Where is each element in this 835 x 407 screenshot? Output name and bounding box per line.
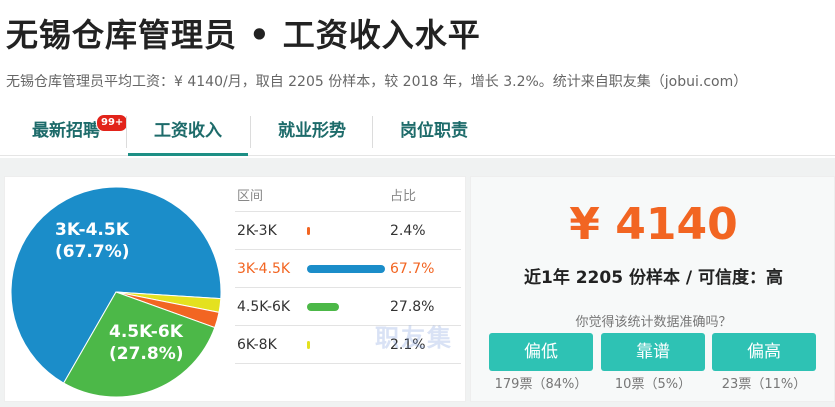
tab-label: 工资收入 [154, 121, 222, 141]
row-bar [307, 227, 310, 235]
tab-salary[interactable]: 工资收入 [128, 106, 248, 156]
row-range: 4.5K-6K [237, 299, 291, 315]
row-bar [307, 341, 310, 349]
header-range: 区间 [237, 189, 264, 204]
pie-label-range: 3K-4.5K [55, 220, 130, 240]
vote-accurate-count: 10票（5%） [614, 377, 692, 392]
average-salary: ¥ 4140 [569, 199, 738, 250]
row-bar [307, 265, 385, 273]
row-percent: 2.4% [390, 223, 426, 239]
row-range: 6K-8K [237, 337, 277, 353]
count-badge: 99+ [96, 114, 129, 132]
pie-label-percent: (27.8%) [109, 344, 184, 364]
row-range: 3K-4.5K [237, 261, 291, 277]
tab-label: 岗位职责 [400, 121, 468, 141]
vote-accurate-button[interactable]: 靠谱 [601, 333, 705, 371]
header-percent: 占比 [390, 189, 417, 204]
salary-pie-chart: 3K-4.5K(67.7%) 4.5K-6K(27.8%) [10, 186, 222, 398]
pie-label-percent: (67.7%) [55, 242, 130, 262]
tab-label: 就业形势 [278, 121, 346, 141]
page-subtitle: 无锡仓库管理员平均工资：¥ 4140/月，取自 2205 份样本，较 2018 … [6, 74, 748, 90]
tab-divider [250, 116, 251, 148]
row-range: 2K-3K [237, 223, 277, 239]
vote-low-button[interactable]: 偏低 [489, 333, 593, 371]
summary-panel: ¥ 4140 近1年 2205 份样本 / 可信度：高 你觉得该统计数据准确吗？… [470, 176, 835, 402]
page-title: 无锡仓库管理员 • 工资收入水平 [6, 16, 481, 54]
watermark: 职友集 [375, 324, 453, 352]
row-percent: 67.7% [390, 261, 435, 277]
table-row: 2K-3K 2.4% [235, 212, 461, 250]
row-bar [307, 303, 340, 311]
pie-label-range: 4.5K-6K [109, 322, 184, 342]
vote-high-count: 23票（11%） [721, 377, 807, 392]
tab-duties[interactable]: 岗位职责 [374, 106, 494, 156]
vote-low-count: 179票（84%） [494, 377, 588, 392]
feedback-question: 你觉得该统计数据准确吗？ [575, 315, 732, 330]
tab-divider [372, 116, 373, 148]
table-header: 区间 占比 [235, 182, 461, 212]
distribution-panel: 3K-4.5K (67.7%) 4.5K-6K (27.8%) 区间 占比 2K-3K… [4, 176, 466, 402]
tab-bar: 最新招聘 99+ 工资收入 就业形势 岗位职责 [0, 106, 835, 156]
tab-label: 最新招聘 [32, 121, 100, 141]
sample-info: 近1年 2205 份样本 / 可信度：高 [523, 268, 784, 288]
vote-high-button[interactable]: 偏高 [712, 333, 816, 371]
table-row: 3K-4.5K 67.7% [235, 250, 461, 288]
tab-divider [126, 116, 127, 148]
tab-employment[interactable]: 就业形势 [252, 106, 372, 156]
